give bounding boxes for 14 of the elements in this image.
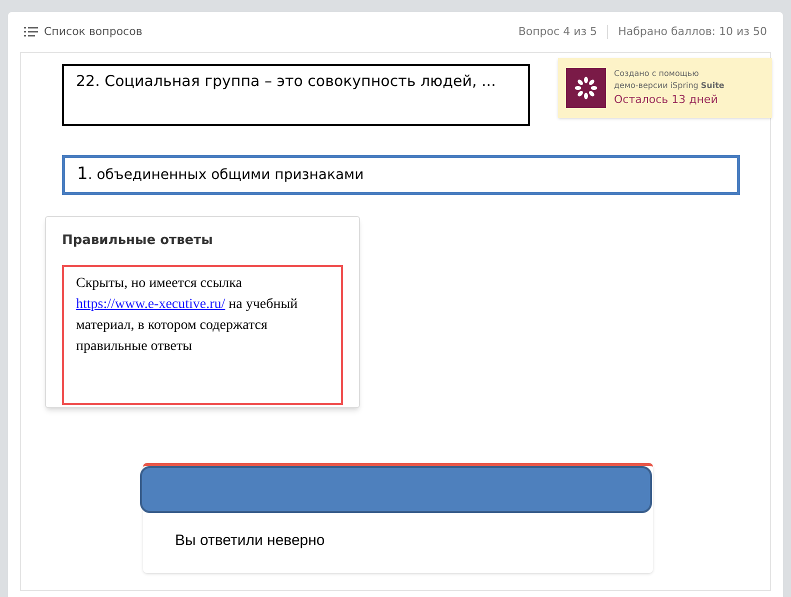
- question-list-button[interactable]: Список вопросов: [24, 24, 142, 40]
- hidden-answers-text: Скрыты, но имеется ссылка https://www.e-xecutive.ru/ на учебный материал, в котором содержатся правильные ответы: [76, 274, 299, 356]
- score-text: Набрано баллов: 10 из 50: [618, 24, 767, 40]
- watermark-text: Создано с помощью: [614, 68, 700, 80]
- feedback-text: Вы ответили неверно: [174, 531, 326, 551]
- question-text: 22. Социальная группа – это совокупность людей, ...: [62, 64, 530, 126]
- list-icon: [24, 27, 38, 37]
- question-counter: Вопрос 4 из 5: [518, 24, 598, 40]
- ispring-logo-icon: [566, 68, 606, 108]
- days-left-text: Осталось 13 дней: [614, 92, 719, 108]
- answer-field[interactable]: 1. объединенных общими признаками: [62, 155, 740, 195]
- correct-answers-title: Правильные ответы: [62, 232, 214, 250]
- material-link[interactable]: https://www.e-xecutive.ru/: [76, 296, 226, 312]
- watermark-text: демо-версии iSpring Suite: [614, 80, 724, 92]
